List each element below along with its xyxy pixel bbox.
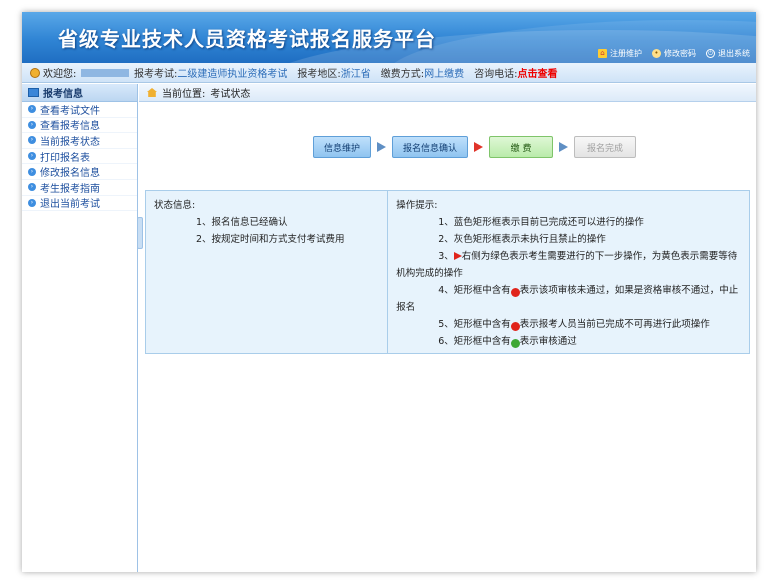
change-password-label: 修改密码	[664, 49, 696, 58]
arrow-bullet-icon: ›	[28, 198, 36, 207]
sidebar-item-label: 查看考试文件	[40, 105, 100, 117]
arrow-bullet-icon: ›	[28, 120, 36, 129]
payment-label: 缴费方式:	[380, 69, 425, 80]
main-content: 当前位置: 考试状态 信息维护 报名信息确认 缴 费 报名完成 状态信息: 1、…	[139, 84, 756, 572]
step-payment[interactable]: 缴 费	[489, 136, 554, 158]
status-line: 1、报名信息已经确认	[196, 217, 288, 228]
maintain-link[interactable]: ⌂ 注册维护	[598, 48, 642, 59]
info-bar: 欢迎您: 报考考试: 二级建造师执业资格考试 报考地区: 浙江省 缴费方式: 网…	[22, 63, 756, 83]
tips-panel: 操作提示: 1、蓝色矩形框表示目前已完成还可以进行的操作 2、灰色矩形框表示未执…	[388, 191, 749, 353]
sidebar-header[interactable]: 报考信息	[22, 84, 137, 102]
status-title: 状态信息:	[154, 200, 196, 211]
info-panels: 状态信息: 1、报名信息已经确认 2、按规定时间和方式支付考试费用 操作提示: …	[145, 190, 750, 354]
tip-1: 1、蓝色矩形框表示目前已完成还可以进行的操作	[438, 217, 644, 228]
payment-value: 网上缴费	[424, 69, 465, 80]
top-links: ⌂ 注册维护 • 修改密码 ⏻ 退出系统	[598, 48, 750, 59]
sidebar-header-label: 报考信息	[43, 89, 83, 100]
logout-label: 退出系统	[718, 49, 750, 58]
step-complete: 报名完成	[574, 136, 637, 158]
user-icon	[30, 67, 40, 78]
status-line: 2、按规定时间和方式支付考试费用	[196, 234, 345, 245]
region-value: 浙江省	[340, 69, 371, 80]
breadcrumb-label: 当前位置:	[162, 89, 206, 100]
arrow-bullet-icon: ›	[28, 136, 36, 145]
arrow-right-icon	[559, 142, 569, 152]
welcome-area: 欢迎您:	[22, 65, 134, 80]
app-window: 省级专业技术人员资格考试报名服务平台 ⌂ 注册维护 • 修改密码 ⏻ 退出系统 …	[22, 12, 756, 572]
check-icon: ✓	[510, 339, 559, 348]
phone-label: 咨询电话:	[474, 69, 518, 80]
exam-label: 报考考试:	[134, 69, 178, 80]
arrow-right-icon	[474, 142, 484, 152]
logout-link[interactable]: ⏻ 退出系统	[706, 48, 750, 59]
tip-3: 3、 右侧为绿色表示考生需要进行的下一步操作，为黄色表示需要等待机构完成的操作	[396, 248, 741, 282]
folder-icon	[28, 88, 39, 97]
change-password-link[interactable]: • 修改密码	[652, 48, 696, 59]
tip-6-prefix: 6、矩形框中含有	[438, 336, 511, 347]
tip-4-prefix: 4、矩形框中含有	[438, 285, 511, 296]
sidebar-item-label: 退出当前考试	[40, 199, 100, 211]
sidebar-item-exam-files[interactable]: › 查看考试文件	[22, 102, 137, 118]
progress-steps: 信息维护 报名信息确认 缴 费 报名完成	[313, 136, 637, 158]
arrow-bullet-icon: ›	[28, 167, 36, 176]
arrow-bullet-icon: ›	[28, 105, 36, 114]
username-redacted	[81, 68, 130, 77]
region-label: 报考地区:	[297, 69, 341, 80]
forbidden-icon: −	[510, 322, 559, 331]
tip-2: 2、灰色矩形框表示未执行且禁止的操作	[438, 234, 606, 245]
arrow-bullet-icon: ›	[28, 152, 36, 161]
welcome-label: 欢迎您:	[43, 69, 77, 80]
breadcrumb-current: 考试状态	[210, 89, 251, 100]
power-icon: ⏻	[706, 49, 715, 58]
arrow-right-icon	[377, 142, 387, 152]
sidebar-item-label: 打印报名表	[40, 152, 90, 164]
sidebar-item-exit-exam[interactable]: › 退出当前考试	[22, 196, 137, 212]
sidebar-item-label: 考生报考指南	[40, 183, 100, 195]
sidebar-item-guide[interactable]: › 考生报考指南	[22, 180, 137, 196]
sidebar-item-print-form[interactable]: › 打印报名表	[22, 149, 137, 165]
tip-5: 5、矩形框中含有 −表示报考人员当前已完成不可再进行此项操作	[396, 316, 741, 333]
tip-3-prefix: 3、	[438, 251, 454, 262]
breadcrumb: 当前位置: 考试状态	[139, 84, 756, 102]
status-panel: 状态信息: 1、报名信息已经确认 2、按规定时间和方式支付考试费用	[146, 191, 389, 353]
exam-value: 二级建造师执业资格考试	[177, 69, 288, 80]
tip-6: 6、矩形框中含有 ✓表示审核通过	[396, 333, 741, 350]
key-icon: •	[652, 49, 661, 58]
tip-6-text: 表示审核通过	[519, 336, 577, 347]
step-info-maintain[interactable]: 信息维护	[313, 136, 372, 158]
sidebar-item-edit-info[interactable]: › 修改报名信息	[22, 164, 137, 180]
site-title: 省级专业技术人员资格考试报名服务平台	[58, 27, 436, 51]
red-arrow-icon	[453, 252, 462, 260]
tip-5-text: 表示报考人员当前已完成不可再进行此项操作	[519, 319, 710, 330]
exclamation-icon: !	[510, 288, 556, 297]
home-icon: ⌂	[598, 49, 607, 58]
sidebar-item-status[interactable]: › 当前报考状态	[22, 133, 137, 149]
tip-5-prefix: 5、矩形框中含有	[438, 319, 511, 330]
phone-view-link[interactable]: 点击查看	[518, 65, 558, 80]
sidebar-item-view-info[interactable]: › 查看报考信息	[22, 118, 137, 134]
home-icon	[147, 88, 157, 97]
sidebar: 报考信息 › 查看考试文件 › 查看报考信息 › 当前报考状态 › 打印报名表 …	[22, 84, 138, 572]
arrow-bullet-icon: ›	[28, 183, 36, 192]
tips-title: 操作提示:	[396, 200, 438, 211]
header-banner: 省级专业技术人员资格考试报名服务平台 ⌂ 注册维护 • 修改密码 ⏻ 退出系统	[22, 12, 756, 63]
maintain-link-label: 注册维护	[610, 49, 642, 58]
sidebar-item-label: 当前报考状态	[40, 136, 100, 148]
tip-4: 4、矩形框中含有 !表示该项审核未通过，如果是资格审核不通过，中止报名	[396, 282, 741, 316]
sidebar-item-label: 查看报考信息	[40, 121, 100, 133]
step-info-confirm[interactable]: 报名信息确认	[392, 136, 469, 158]
sidebar-item-label: 修改报名信息	[40, 168, 100, 180]
